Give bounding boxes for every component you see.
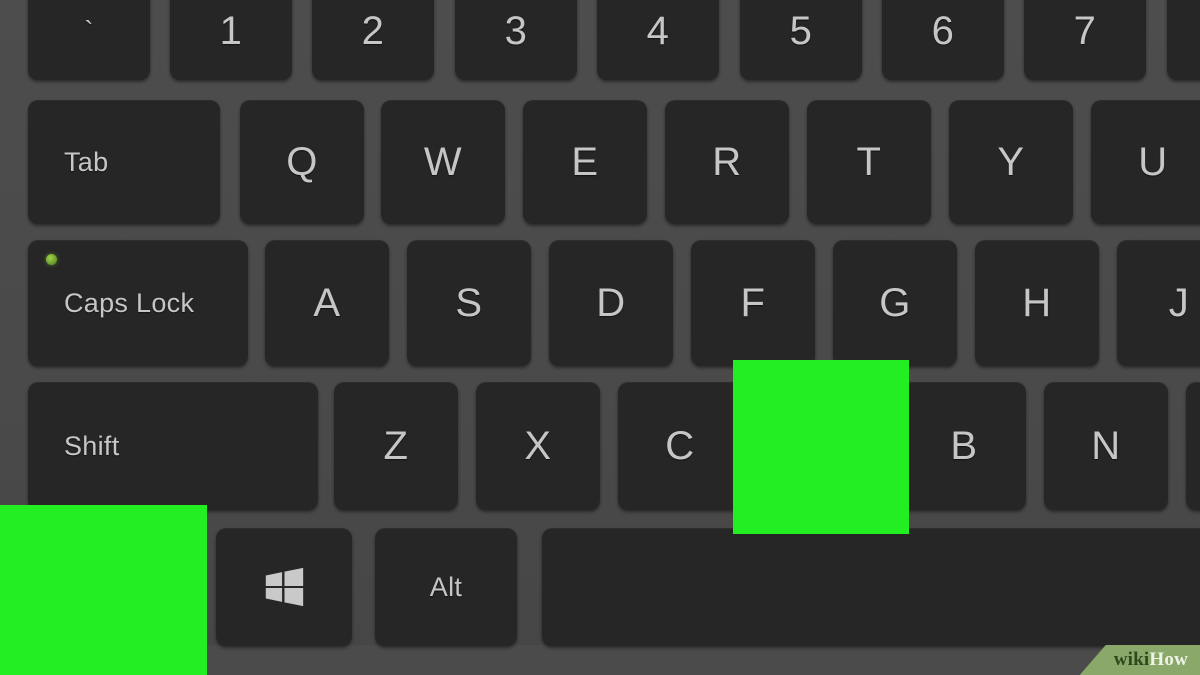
- key-label-digit-5: 5: [789, 9, 813, 53]
- key-digit-3[interactable]: 3: [455, 0, 577, 80]
- key-digit-6[interactable]: 6: [882, 0, 1004, 80]
- key-label-q: Q: [286, 140, 318, 184]
- key-windows[interactable]: [216, 528, 352, 646]
- key-label-digit-6: 6: [931, 9, 955, 53]
- key-label-r: R: [712, 140, 742, 184]
- key-label-w: W: [423, 140, 463, 184]
- key-r[interactable]: R: [665, 100, 789, 224]
- key-u[interactable]: U: [1091, 100, 1200, 224]
- key-digit-7[interactable]: 7: [1024, 0, 1146, 80]
- key-label-digit-3: 3: [504, 9, 528, 53]
- key-f[interactable]: F: [691, 240, 815, 366]
- key-label-c: C: [665, 424, 695, 468]
- key-label-tab: Tab: [64, 146, 109, 177]
- key-label-e: E: [571, 140, 599, 184]
- key-s[interactable]: S: [407, 240, 531, 366]
- key-label-shift: Shift: [64, 430, 120, 461]
- key-z[interactable]: Z: [334, 382, 458, 510]
- key-label-digit-4: 4: [646, 9, 670, 53]
- key-backtick[interactable]: `: [28, 0, 150, 80]
- ctrl-key-highlight-box: [0, 505, 207, 675]
- key-digit-2[interactable]: 2: [312, 0, 434, 80]
- key-digit-8[interactable]: 8: [1167, 0, 1200, 80]
- key-label-digit-7: 7: [1073, 9, 1097, 53]
- key-label-backtick: `: [84, 15, 94, 46]
- key-label-digit-1: 1: [219, 9, 243, 53]
- key-label-caps-lock: Caps Lock: [64, 287, 195, 318]
- key-label-u: U: [1138, 140, 1168, 184]
- key-space-bar[interactable]: [542, 528, 1200, 646]
- key-alt[interactable]: Alt: [375, 528, 517, 646]
- watermark-how-text: How: [1149, 649, 1188, 670]
- key-y[interactable]: Y: [949, 100, 1073, 224]
- key-x[interactable]: X: [476, 382, 600, 510]
- key-label-d: D: [596, 281, 626, 325]
- key-label-g: G: [879, 281, 911, 325]
- key-q[interactable]: Q: [240, 100, 364, 224]
- key-label-b: B: [950, 424, 978, 468]
- key-tab[interactable]: Tab: [28, 100, 220, 224]
- key-label-digit-2: 2: [361, 9, 385, 53]
- key-c[interactable]: C: [618, 382, 742, 510]
- key-label-f: F: [740, 281, 766, 325]
- key-label-h: H: [1022, 281, 1052, 325]
- key-g[interactable]: G: [833, 240, 957, 366]
- key-label-alt: Alt: [429, 571, 463, 602]
- key-j[interactable]: J: [1117, 240, 1200, 366]
- key-d[interactable]: D: [549, 240, 673, 366]
- key-m[interactable]: [1186, 382, 1200, 510]
- caps-lock-led-indicator: [46, 254, 57, 265]
- key-label-z: Z: [383, 424, 409, 468]
- key-shift[interactable]: Shift: [28, 382, 318, 510]
- key-a[interactable]: A: [265, 240, 389, 366]
- key-label-t: T: [856, 140, 882, 184]
- key-n[interactable]: N: [1044, 382, 1168, 510]
- key-label-n: N: [1091, 424, 1121, 468]
- key-b[interactable]: B: [902, 382, 1026, 510]
- key-label-a: A: [313, 281, 341, 325]
- key-caps-lock[interactable]: Caps Lock: [28, 240, 248, 366]
- v-key-highlight-box: [733, 360, 909, 534]
- key-w[interactable]: W: [381, 100, 505, 224]
- key-label-s: S: [455, 281, 483, 325]
- watermark-wiki-text: wiki: [1113, 649, 1150, 670]
- key-h[interactable]: H: [975, 240, 1099, 366]
- windows-logo-icon: [261, 564, 307, 610]
- key-digit-5[interactable]: 5: [740, 0, 862, 80]
- key-label-y: Y: [997, 140, 1025, 184]
- key-label-j: J: [1168, 281, 1190, 325]
- keyboard-screenshot: ` 1 2 3 4 5 6 7 8 Tab Q W E R T Y U Caps Lock A S D F G H J Shift…: [0, 0, 1200, 675]
- key-digit-1[interactable]: 1: [170, 0, 292, 80]
- key-label-x: X: [524, 424, 552, 468]
- key-e[interactable]: E: [523, 100, 647, 224]
- key-digit-4[interactable]: 4: [597, 0, 719, 80]
- key-t[interactable]: T: [807, 100, 931, 224]
